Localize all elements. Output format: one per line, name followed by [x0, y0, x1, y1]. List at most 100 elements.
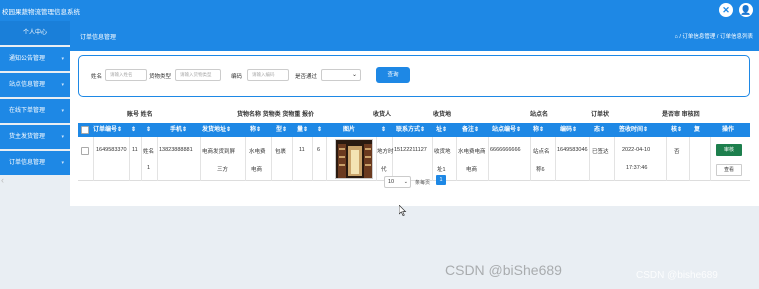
- price-cell: 6: [317, 147, 321, 153]
- table-row: 1649583370 11 姓名 1 13823888881 电商发货到屏 三方…: [78, 137, 750, 181]
- top-bar: 校园果蔬物流管理信息系统 ✕ 👤: [0, 0, 759, 21]
- page-size-value: 10: [388, 179, 395, 185]
- group-header-recv-addr: 收货地: [433, 112, 452, 118]
- col-price[interactable]: ⇕: [317, 123, 322, 137]
- col-goods-type[interactable]: 型⇕: [276, 123, 287, 137]
- chevron-down-icon: ▾: [61, 82, 64, 88]
- row-checkbox[interactable]: [81, 147, 89, 155]
- account-cell: 11: [132, 147, 138, 153]
- note-cell-line2: 电商: [466, 167, 478, 173]
- contact-cell: 15122211127: [394, 147, 427, 153]
- watermark: CSDN @bishe689: [636, 270, 718, 281]
- col-code[interactable]: 编码⇕: [560, 123, 577, 137]
- sidebar-item-label: 站点信息管理: [9, 82, 46, 88]
- sidebar-item-stations[interactable]: 站点信息管理 ▾: [0, 73, 70, 97]
- col-contact[interactable]: 联系方式⇕: [396, 123, 425, 137]
- col-reply[interactable]: 复: [694, 123, 700, 137]
- col-ship-addr[interactable]: 发货地址⇕: [202, 123, 231, 137]
- col-station-no[interactable]: 站点编号⇕: [492, 123, 521, 137]
- col-name[interactable]: ⇕: [146, 123, 151, 137]
- column-divider: [271, 137, 272, 181]
- select-all-checkbox[interactable]: [81, 126, 89, 134]
- chevron-down-icon: ⌄: [351, 72, 357, 78]
- col-order-no[interactable]: 订单编号⇕: [93, 123, 122, 137]
- group-header-station-name: 站点名: [530, 112, 549, 118]
- col-receiver[interactable]: ⇕: [381, 123, 386, 137]
- station-name-cell-line2: 称6: [536, 167, 545, 173]
- column-divider: [432, 137, 433, 181]
- column-divider: [530, 137, 531, 181]
- product-image[interactable]: [335, 139, 373, 179]
- sidebar-item-label: 通知公告管理: [9, 56, 46, 62]
- group-header-order-status: 订单状: [591, 112, 610, 118]
- sidebar-item-notices[interactable]: 通知公告管理 ▾: [0, 47, 70, 71]
- group-header-account-name: 账号 姓名: [127, 112, 153, 118]
- chevron-down-icon: ▾: [61, 108, 64, 114]
- approve-button[interactable]: 审核: [716, 144, 742, 156]
- chevron-down-icon: ▾: [61, 134, 64, 140]
- column-divider: [614, 137, 615, 181]
- col-note[interactable]: 备注⇕: [462, 123, 479, 137]
- chevron-down-icon: ▾: [61, 160, 64, 166]
- group-header-approval: 是否审 审核回: [662, 112, 700, 118]
- col-approved[interactable]: 核⇕: [671, 123, 682, 137]
- approved-label: 是否通过: [295, 74, 318, 80]
- col-weight[interactable]: 量⇕: [297, 123, 308, 137]
- user-icon[interactable]: 👤: [739, 3, 753, 17]
- station-no-cell: 6666666666: [490, 147, 521, 153]
- search-button[interactable]: 查询: [376, 67, 410, 83]
- watermark: CSDN @biShe689: [445, 262, 562, 278]
- col-status[interactable]: 态⇕: [594, 123, 605, 137]
- goods-name-cell: 水电费: [249, 149, 266, 155]
- goods-type-label: 货物类型: [149, 74, 172, 80]
- current-page-button[interactable]: 1: [436, 175, 446, 185]
- chevron-down-icon: ⌄: [403, 179, 408, 185]
- page-size-select[interactable]: 10 ⌄: [384, 176, 411, 188]
- col-sign-time[interactable]: 签收时间⇕: [619, 123, 648, 137]
- page-title: 订单信息管理: [80, 35, 117, 41]
- col-recv-addr[interactable]: 址⇕: [436, 123, 447, 137]
- weight-cell: 11: [299, 147, 305, 153]
- sidebar-item-profile[interactable]: 个人中心: [0, 21, 70, 45]
- column-divider: [245, 137, 246, 181]
- col-goods-name[interactable]: 称⇕: [250, 123, 261, 137]
- breadcrumb[interactable]: ⌂ / 订单信息管理 / 订单信息列表: [675, 32, 754, 40]
- code-input[interactable]: 请输入编码: [247, 69, 289, 81]
- main-content: 订单信息管理 ⌂ / 订单信息管理 / 订单信息列表 姓名 请输入姓名 货物类型…: [70, 21, 759, 206]
- name-input[interactable]: 请输入姓名: [105, 69, 147, 81]
- sidebar-item-label: 订单信息管理: [9, 160, 46, 166]
- table-header: 订单编号⇕ ⇕ ⇕ 手机⇕ 发货地址⇕ 称⇕ 型⇕ 量⇕ ⇕ 图片 ⇕ 联系方式…: [78, 123, 750, 137]
- close-icon[interactable]: ✕: [719, 3, 733, 17]
- col-station-name[interactable]: 称⇕: [533, 123, 544, 137]
- approved-select[interactable]: ⌄: [321, 69, 361, 81]
- column-divider: [589, 137, 590, 181]
- app-title: 校园果蔬物流管理信息系统: [2, 9, 80, 16]
- sidebar: 个人中心 通知公告管理 ▾ 站点信息管理 ▾ 在线下单管理 ▾ 货主发货管理 ▾…: [0, 21, 70, 289]
- column-divider: [666, 137, 667, 181]
- column-divider: [392, 137, 393, 181]
- column-divider: [376, 137, 377, 181]
- library-thumbnail-icon: [336, 140, 372, 178]
- column-divider: [292, 137, 293, 181]
- sign-time-cell: 17:37:46: [626, 165, 648, 171]
- recv-addr-cell-line2: 址1: [437, 167, 446, 173]
- receiver-cell: 地方时: [377, 149, 394, 155]
- ship-addr-cell: 电商发货到屏: [202, 149, 236, 155]
- sidebar-item-shipments[interactable]: 货主发货管理 ▾: [0, 125, 70, 149]
- sidebar-item-orders[interactable]: 订单信息管理 ▾: [0, 151, 70, 175]
- status-cell: 已签达: [592, 149, 609, 155]
- column-divider: [141, 137, 142, 181]
- col-account[interactable]: ⇕: [131, 123, 136, 137]
- group-header-receiver: 收货人: [373, 112, 392, 118]
- sidebar-item-label: 个人中心: [22, 30, 47, 36]
- collapse-icon[interactable]: ‹: [1, 175, 4, 185]
- sidebar-item-online-orders[interactable]: 在线下单管理 ▾: [0, 99, 70, 123]
- column-divider: [689, 137, 690, 181]
- column-divider: [93, 137, 94, 181]
- view-button[interactable]: 查看: [716, 164, 742, 176]
- column-divider: [710, 137, 711, 181]
- goods-type-input[interactable]: 请输入货物类型: [175, 69, 221, 81]
- station-name-cell: 站点名: [533, 149, 550, 155]
- col-phone[interactable]: 手机⇕: [170, 123, 187, 137]
- note-cell: 水电费电商: [458, 149, 486, 155]
